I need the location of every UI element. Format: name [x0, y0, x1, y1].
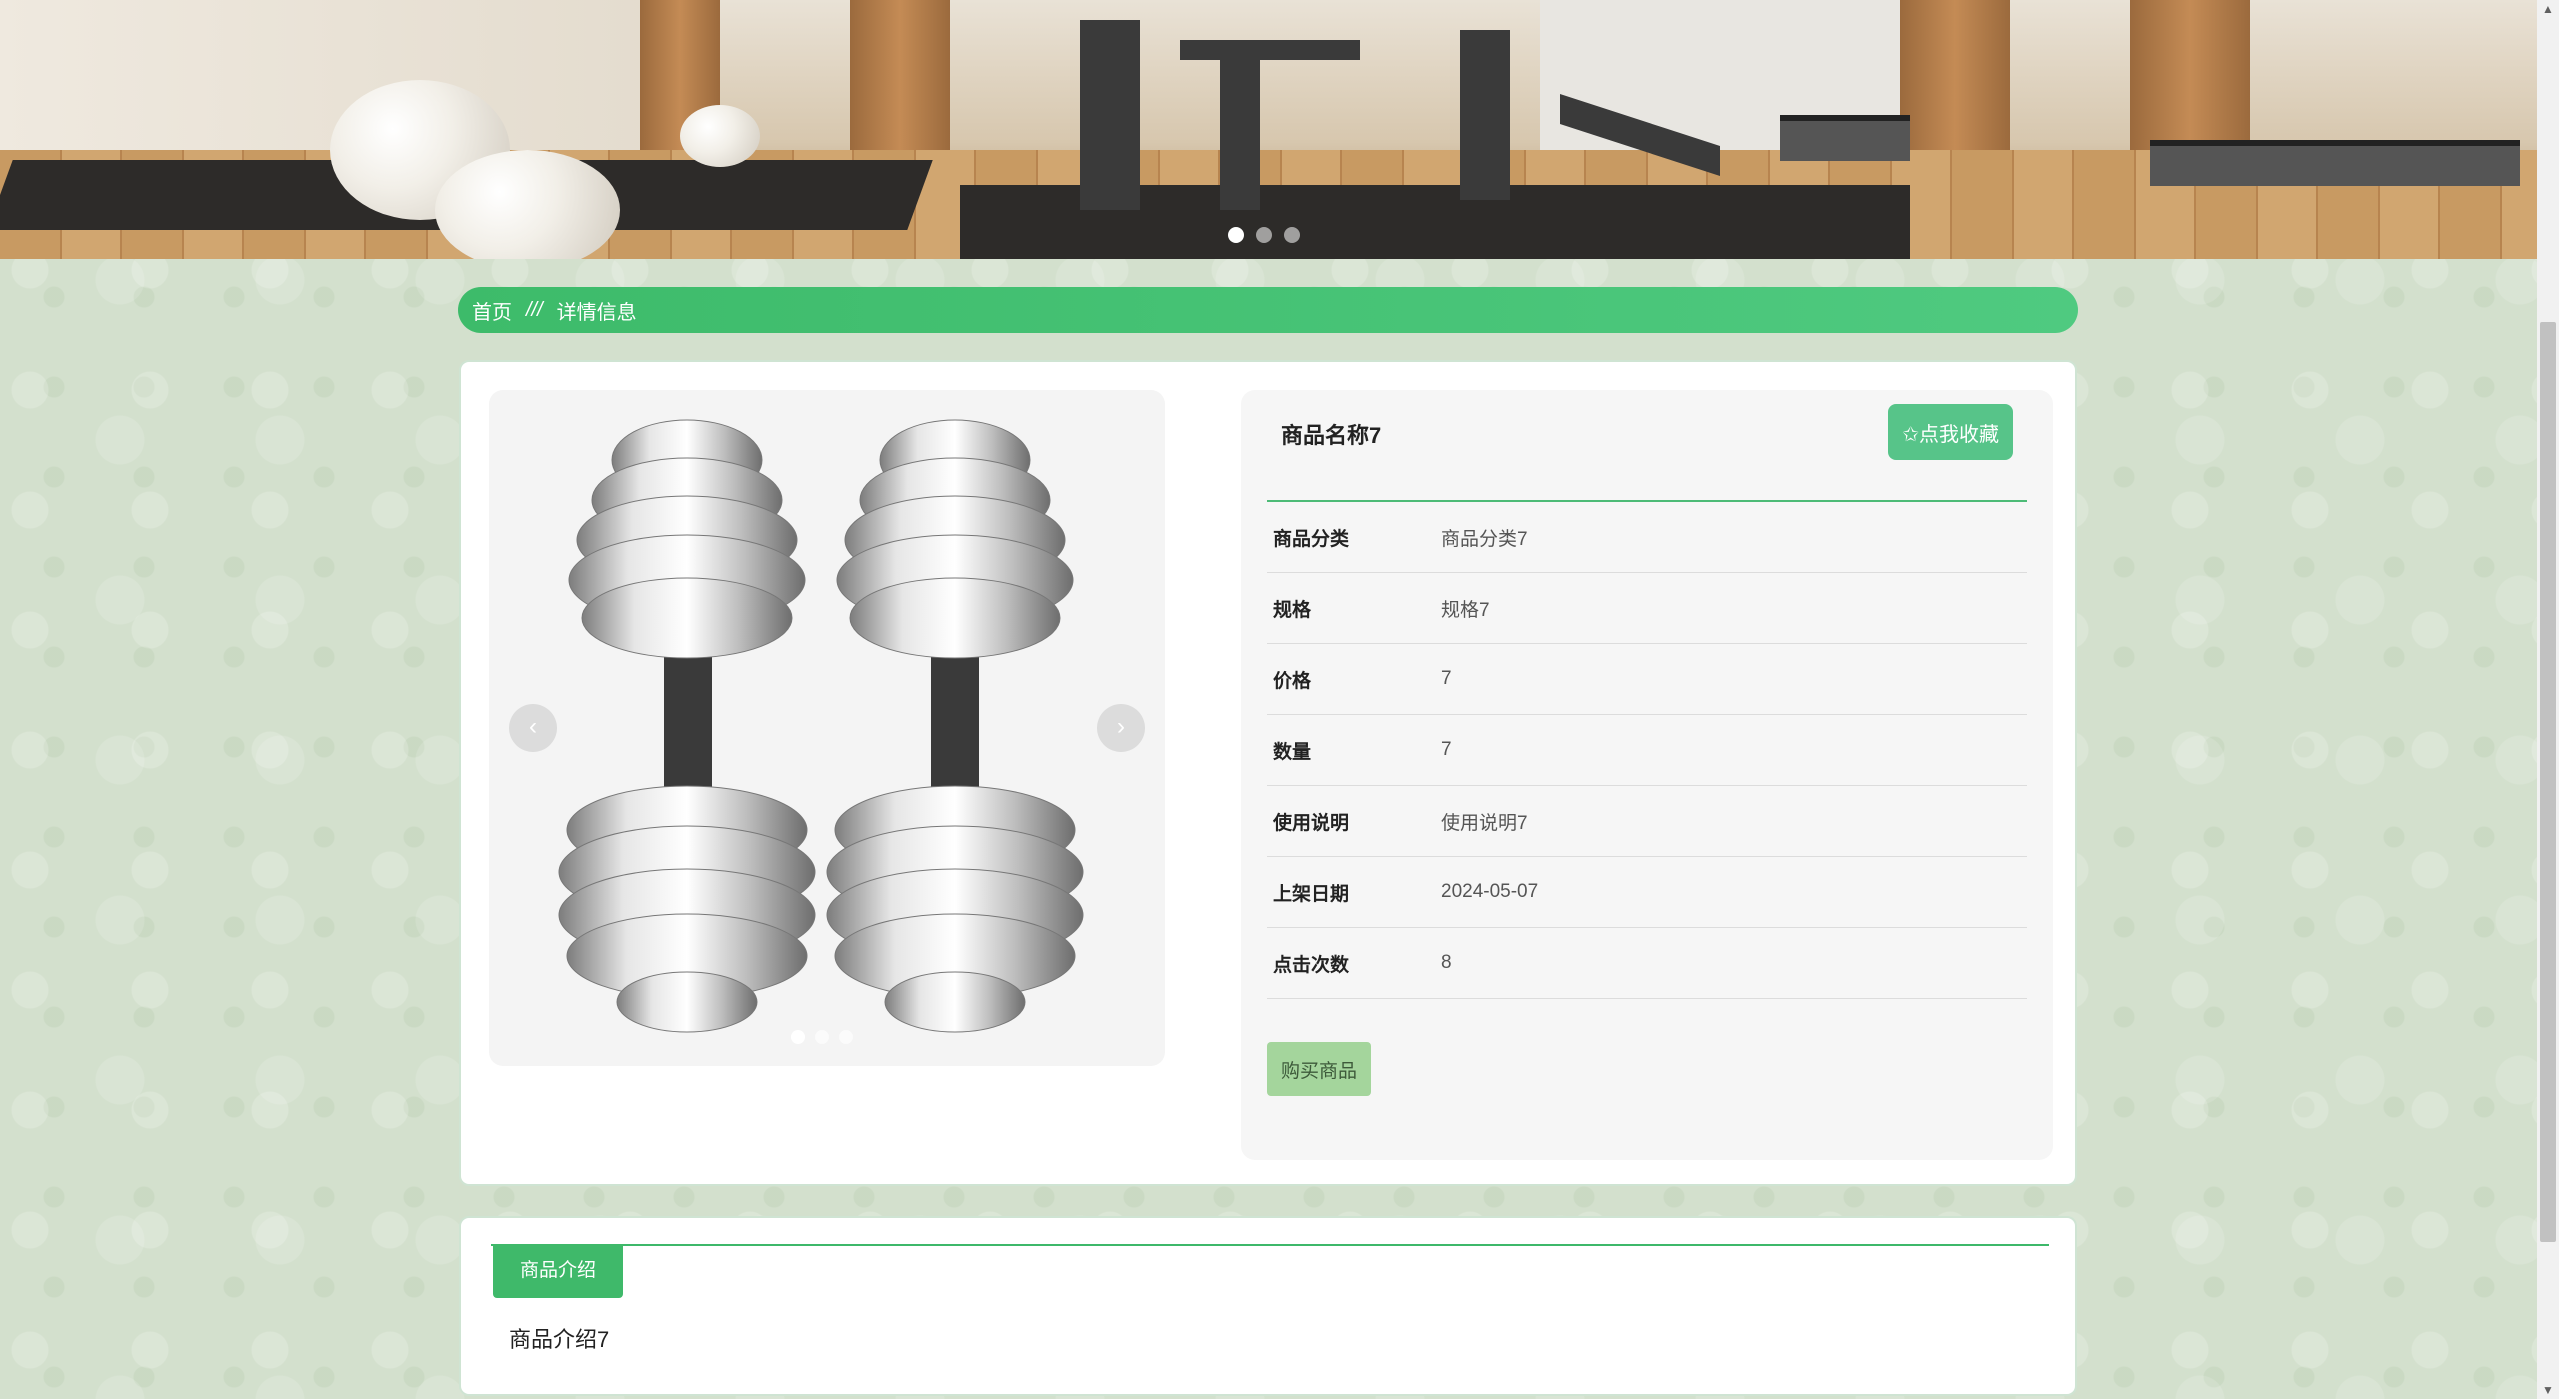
field-value: 使用说明7	[1441, 812, 1528, 834]
field-value: 规格7	[1441, 599, 1490, 621]
field-label: 规格	[1273, 599, 1312, 621]
field-value: 2024-05-07	[1441, 881, 1539, 902]
product-image-carousel: ‹ ›	[489, 390, 1165, 1066]
tab-product-intro[interactable]: 商品介绍	[493, 1244, 623, 1298]
product-info-panel: 商品名称7 ✩点我收藏 商品分类 商品分类7 规格 规格7 价格 7 数量 7 …	[1241, 390, 2053, 1160]
balance-ball	[435, 150, 620, 259]
favorite-button[interactable]: ✩点我收藏	[1888, 404, 2013, 460]
field-row-clicks: 点击次数 8	[1267, 928, 2027, 999]
field-label: 使用说明	[1273, 812, 1350, 834]
field-label: 点击次数	[1273, 954, 1350, 976]
product-field-list: 商品分类 商品分类7 规格 规格7 价格 7 数量 7 使用说明 使用说明7 上…	[1267, 502, 2027, 999]
field-row-quantity: 数量 7	[1267, 715, 2027, 786]
carousel-dot[interactable]	[791, 1030, 805, 1044]
carousel-dot[interactable]	[839, 1030, 853, 1044]
product-detail-card: ‹ › 商品名称7 ✩点我收藏 商品分类 商品分类7 规格 规格7 价格 7 数…	[459, 360, 2077, 1186]
dumbbell-right	[826, 419, 1084, 1033]
breadcrumb-home[interactable]: 首页	[472, 296, 512, 325]
banner-dot[interactable]	[1284, 227, 1300, 243]
carousel-indicators	[791, 1030, 853, 1044]
banner-dot[interactable]	[1228, 227, 1244, 243]
product-intro-text: 商品介绍7	[509, 1327, 610, 1352]
hero-banner	[0, 0, 2537, 259]
banner-dot[interactable]	[1256, 227, 1272, 243]
gym-machine	[1080, 20, 1140, 210]
breadcrumb-separator: ///	[526, 298, 543, 321]
field-value: 商品分类7	[1441, 528, 1528, 550]
scroll-up-icon[interactable]: ▲	[2537, 0, 2559, 18]
carousel-dot[interactable]	[815, 1030, 829, 1044]
balance-ball	[680, 105, 760, 167]
field-value: 8	[1441, 952, 1452, 973]
field-row-price: 价格 7	[1267, 644, 2027, 715]
breadcrumb-current: 详情信息	[556, 301, 637, 324]
gym-machine	[1220, 60, 1260, 210]
breadcrumb: 首页 /// 详情信息	[458, 287, 2078, 333]
field-row-spec: 规格 规格7	[1267, 573, 2027, 644]
buy-button[interactable]: 购买商品	[1267, 1042, 1371, 1096]
product-name: 商品名称7	[1281, 423, 1382, 448]
page-scrollbar[interactable]: ▲ ▼	[2537, 0, 2559, 1399]
field-label: 数量	[1273, 741, 1312, 763]
field-value: 7	[1441, 739, 1452, 760]
dumbbell-image	[558, 419, 1084, 1033]
field-row-category: 商品分类 商品分类7	[1267, 502, 2027, 573]
carousel-next-button[interactable]: ›	[1097, 704, 1145, 752]
scroll-down-icon[interactable]: ▼	[2537, 1381, 2559, 1399]
gym-machine	[1460, 30, 1510, 200]
chevron-left-icon: ‹	[529, 713, 537, 740]
field-value: 7	[1441, 668, 1452, 689]
carousel-prev-button[interactable]: ‹	[509, 704, 557, 752]
field-row-instructions: 使用说明 使用说明7	[1267, 786, 2027, 857]
field-label: 价格	[1273, 670, 1312, 692]
field-label: 上架日期	[1273, 883, 1350, 905]
scrollbar-thumb[interactable]	[2540, 322, 2556, 1242]
treadmill	[2150, 140, 2520, 186]
gym-machine	[1180, 40, 1360, 60]
chevron-right-icon: ›	[1117, 713, 1125, 740]
dumbbell-left	[558, 419, 816, 1033]
tab-divider	[491, 1244, 2049, 1246]
product-intro-card: 商品介绍 商品介绍7	[459, 1216, 2077, 1396]
treadmill	[1780, 115, 1910, 161]
field-label: 商品分类	[1273, 528, 1350, 550]
field-row-listing-date: 上架日期 2024-05-07	[1267, 857, 2027, 928]
banner-indicators	[1228, 227, 1300, 243]
